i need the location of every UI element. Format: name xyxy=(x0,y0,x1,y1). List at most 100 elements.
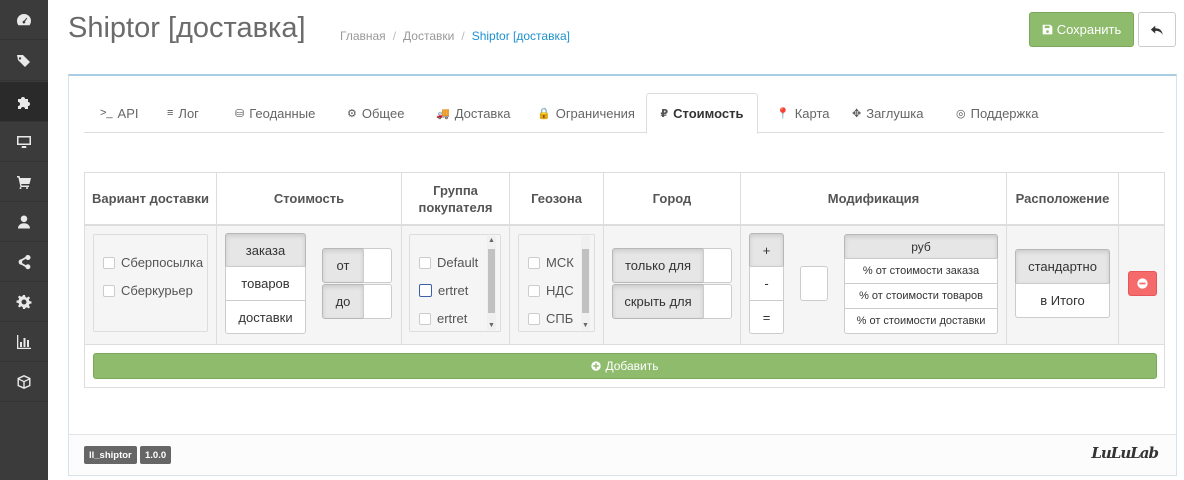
breadcrumb-shipping[interactable]: Доставки xyxy=(403,29,454,43)
tab-label: Карта xyxy=(794,105,830,121)
range-to-label: до xyxy=(322,284,364,319)
header-city: Город xyxy=(604,173,741,224)
cost-base-products[interactable]: товаров xyxy=(225,266,306,301)
user-icon xyxy=(18,215,30,228)
sidebar-item-modules[interactable] xyxy=(0,362,48,402)
scroll-down-icon[interactable]: ▼ xyxy=(487,322,496,329)
tab-api[interactable]: >_ API xyxy=(100,93,139,133)
sidebar-item-catalog[interactable] xyxy=(0,41,48,81)
cost-base-order[interactable]: заказа xyxy=(225,233,306,267)
unit-delivery-percent[interactable]: % от стоимости доставки xyxy=(844,308,998,334)
unit-products-percent[interactable]: % от стоимости товаров xyxy=(844,283,998,309)
tab-cost[interactable]: ₽ Стоимость xyxy=(646,93,758,134)
geozone-option[interactable]: СПБ xyxy=(528,311,573,326)
tab-label: Поддержка xyxy=(970,105,1039,121)
breadcrumb: Главная / Доставки / Shiptor [доставка] xyxy=(340,29,570,43)
tab-label: Лог xyxy=(178,105,199,121)
cost-base-delivery[interactable]: доставки xyxy=(225,300,306,334)
variant-option[interactable]: Сберкурьер xyxy=(103,283,193,298)
tab-stub[interactable]: ✥ Заглушка xyxy=(852,93,923,133)
sidebar-item-reports[interactable] xyxy=(0,322,48,362)
tab-delivery[interactable]: 🚚 Доставка xyxy=(436,93,511,133)
checkbox[interactable] xyxy=(528,284,540,297)
city-only-for-label: только для xyxy=(612,248,704,283)
header-geozone: Геозона xyxy=(510,173,604,224)
checkbox[interactable] xyxy=(419,256,431,269)
tab-support[interactable]: ◎ Поддержка xyxy=(956,93,1038,133)
header-group: Группа покупателя xyxy=(402,173,510,224)
range-from-input[interactable] xyxy=(363,248,392,283)
scroll-down-icon[interactable]: ▼ xyxy=(581,322,590,329)
city-hide-for-input[interactable] xyxy=(703,284,732,319)
lock-icon: 🔒 xyxy=(537,107,551,120)
op-minus-button[interactable]: - xyxy=(749,266,784,301)
scroll-up-icon[interactable]: ▲ xyxy=(487,237,496,244)
add-row-button[interactable]: Добавить xyxy=(93,353,1157,379)
delete-row-button[interactable] xyxy=(1128,271,1157,296)
range-from-label: от xyxy=(322,248,364,283)
list-icon: ≡ xyxy=(167,107,174,119)
cube-icon xyxy=(17,374,31,389)
geozone-scrollbar[interactable]: ▼ xyxy=(581,236,590,330)
checkbox[interactable] xyxy=(419,284,432,297)
sidebar-item-marketing[interactable] xyxy=(0,242,48,282)
city-only-for-input[interactable] xyxy=(703,248,732,283)
unit-order-percent[interactable]: % от стоимости заказа xyxy=(844,258,998,284)
dashboard-icon xyxy=(17,13,31,25)
range-to-input[interactable] xyxy=(363,284,392,319)
sidebar-item-sales[interactable] xyxy=(0,162,48,202)
checkbox[interactable] xyxy=(103,284,115,297)
tab-geodata[interactable]: ⛁ Геоданные xyxy=(235,93,315,133)
option-label: НДС xyxy=(546,283,574,298)
modification-value-input[interactable] xyxy=(800,266,828,301)
sidebar-item-customers[interactable] xyxy=(0,202,48,242)
checkbox[interactable] xyxy=(103,256,115,269)
save-button[interactable]: Сохранить xyxy=(1029,12,1134,47)
checkbox[interactable] xyxy=(419,312,431,325)
group-option[interactable]: Default xyxy=(419,255,478,270)
desktop-icon xyxy=(17,135,31,148)
cost-table: Вариант доставки Стоимость Группа покупа… xyxy=(84,172,1165,388)
op-plus-button[interactable]: + xyxy=(749,233,784,267)
sidebar-item-system[interactable] xyxy=(0,282,48,322)
breadcrumb-current[interactable]: Shiptor [доставка] xyxy=(472,29,570,43)
checkbox[interactable] xyxy=(528,312,540,325)
header-cost: Стоимость xyxy=(217,173,402,224)
version-badge: 1.0.0 xyxy=(140,446,172,464)
tab-label: Ограничения xyxy=(555,105,635,121)
breadcrumb-home[interactable]: Главная xyxy=(340,29,386,43)
unit-rub[interactable]: руб xyxy=(844,234,998,259)
tab-label: Доставка xyxy=(454,105,511,121)
share-icon xyxy=(18,254,31,269)
tab-restrictions[interactable]: 🔒 Ограничения xyxy=(537,93,635,133)
sidebar-item-dashboard[interactable] xyxy=(0,0,48,40)
tab-map[interactable]: 📍 Карта xyxy=(776,93,830,133)
header-modification: Модификация xyxy=(741,173,1007,224)
vendor-logo: LuLuLab xyxy=(1091,444,1159,462)
checkbox[interactable] xyxy=(528,256,540,269)
header-variant: Вариант доставки xyxy=(85,173,217,224)
group-option[interactable]: ertret xyxy=(419,311,467,326)
group-option[interactable]: ertret xyxy=(419,283,468,298)
option-label: ertret xyxy=(437,311,468,326)
sidebar-item-design[interactable] xyxy=(0,122,48,162)
truck-icon: 🚚 xyxy=(436,107,450,120)
tab-log[interactable]: ≡ Лог xyxy=(167,93,199,133)
city-hide-for-label: скрыть для xyxy=(612,284,704,319)
placement-standard[interactable]: стандартно xyxy=(1015,249,1110,284)
geozone-option[interactable]: МСК xyxy=(528,255,574,270)
arrows-icon: ✥ xyxy=(852,107,862,120)
back-button[interactable] xyxy=(1138,12,1176,47)
tab-general[interactable]: ⚙ Общее xyxy=(347,93,404,133)
header-placement: Расположение xyxy=(1007,173,1119,224)
placement-total[interactable]: в Итого xyxy=(1015,283,1110,318)
op-equals-button[interactable]: = xyxy=(749,300,784,334)
option-label: МСК xyxy=(546,255,574,270)
tab-bar: >_ API ≡ Лог ⛁ Геоданные ⚙ Общее 🚚 Доста… xyxy=(84,93,1164,134)
sidebar-item-extensions[interactable] xyxy=(0,82,48,122)
ruble-icon: ₽ xyxy=(660,108,669,120)
group-scrollbar[interactable]: ▲ ▼ xyxy=(487,236,496,330)
terminal-icon: >_ xyxy=(100,107,113,119)
geozone-option[interactable]: НДС xyxy=(528,283,574,298)
variant-option[interactable]: Сберпосылка xyxy=(103,255,203,270)
